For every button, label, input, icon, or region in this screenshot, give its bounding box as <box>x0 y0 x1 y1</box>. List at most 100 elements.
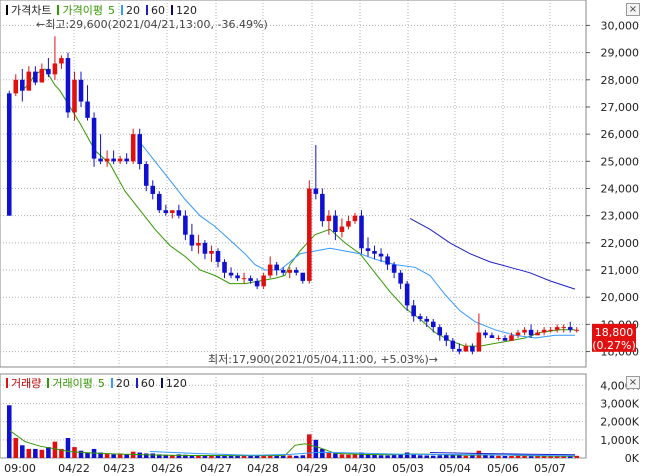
volume-bar <box>496 455 501 458</box>
volume-bar <box>509 456 514 458</box>
candle-body <box>248 278 253 281</box>
candle-body <box>196 242 201 246</box>
candle-body <box>515 332 521 336</box>
volume-bar <box>574 455 580 458</box>
candle-body <box>470 346 475 352</box>
candle-body <box>535 332 540 336</box>
candle-body <box>313 188 319 194</box>
ma-period-120[interactable]: 120 <box>176 4 197 17</box>
close-volume-panel-button[interactable]: × <box>626 376 640 389</box>
ma-period-20[interactable]: 20 <box>126 4 140 17</box>
ma-legend-label[interactable]: 가격이평 <box>62 2 102 18</box>
close-icon: × <box>628 377 638 388</box>
volume-bar <box>33 448 38 458</box>
candle-body <box>450 340 456 349</box>
volume-bar <box>398 454 403 458</box>
time-tick-label: 04/26 <box>151 462 183 475</box>
volume-bar <box>463 455 469 458</box>
volume-bar <box>535 456 540 458</box>
vma60-swatch <box>135 378 138 388</box>
stock-chart: 30,000 29,000 28,000 27,000 26,000 25,000 24,0… <box>0 0 640 475</box>
candle-body <box>202 242 208 254</box>
candle-body <box>574 329 580 331</box>
candle-body <box>287 270 293 273</box>
volume-bar <box>489 455 495 458</box>
time-tick-label: 04/27 <box>200 462 232 475</box>
candle-body <box>509 335 514 341</box>
vma-period-5[interactable]: 5 <box>98 377 105 390</box>
time-tick-label: 05/03 <box>392 462 424 475</box>
candle-body <box>522 329 527 333</box>
vma-period-20[interactable]: 20 <box>116 377 130 390</box>
candle-body <box>496 337 501 339</box>
volume-bar <box>280 455 286 458</box>
candle-body <box>365 248 371 252</box>
price-tick-label: 21,000 <box>601 264 640 277</box>
volume-bar <box>313 439 319 458</box>
price-tick-label: 28,000 <box>601 74 640 87</box>
price-tick-label: 27,000 <box>601 101 640 114</box>
volume-bar <box>326 452 332 458</box>
time-tick-label: 05/07 <box>534 462 566 475</box>
candle-body <box>72 79 77 113</box>
vma-period-120[interactable]: 120 <box>166 377 187 390</box>
price-legend-title[interactable]: 가격차트 <box>11 2 51 18</box>
candle-body <box>33 71 38 83</box>
candle-body <box>548 329 553 331</box>
candle-body <box>391 264 397 273</box>
high-price-annotation: ←최고:29,600(2021/04/21,13:00, -36.49%) <box>36 18 268 31</box>
volume-tick-label: 2,000K <box>600 416 639 429</box>
ma-period-5[interactable]: 5 <box>108 4 115 17</box>
volume-bar <box>457 455 462 458</box>
volume-bar <box>293 455 299 458</box>
candle-body <box>372 251 377 254</box>
ma-period-60[interactable]: 60 <box>151 4 165 17</box>
price-tick-label: 24,000 <box>601 183 640 196</box>
volume-legend-swatch <box>6 378 8 388</box>
volume-bar <box>417 455 423 458</box>
candle-body <box>52 63 58 75</box>
vma-legend-swatch <box>47 378 50 388</box>
price-axis: 30,000 29,000 28,000 27,000 26,000 25,000 24,0… <box>586 19 640 359</box>
candle-body <box>13 79 19 94</box>
candle-body <box>359 215 364 249</box>
candle-body <box>241 278 247 280</box>
candle-body <box>457 348 462 352</box>
time-tick-label: 04/29 <box>296 462 328 475</box>
time-tick-label: 04/30 <box>344 462 376 475</box>
volume-bar <box>46 447 51 458</box>
candle-body <box>346 221 351 227</box>
price-tag-value: 18,800 <box>595 326 634 339</box>
volume-bar <box>13 438 19 458</box>
vma-legend-label[interactable]: 거래이평 <box>52 375 92 391</box>
low-price-annotation: 최저:17,900(2021/05/04,11:00, +5.03%)→ <box>208 353 438 366</box>
candle-body <box>385 256 390 265</box>
price-tick-label: 23,000 <box>601 210 640 223</box>
candle-body <box>176 210 182 216</box>
volume-bar <box>111 454 116 458</box>
candle-body <box>502 337 508 341</box>
vma-period-60[interactable]: 60 <box>141 377 155 390</box>
volume-bar <box>307 434 312 458</box>
time-tick-label: 04/28 <box>247 462 279 475</box>
close-icon: × <box>628 4 638 15</box>
candle-body <box>254 280 260 287</box>
candle-body <box>489 335 495 338</box>
volume-legend-title[interactable]: 거래량 <box>11 375 41 391</box>
vma20-swatch <box>110 378 113 388</box>
candle-body <box>293 270 299 273</box>
candle-body <box>411 305 416 317</box>
candle-body <box>189 234 195 246</box>
candle-body <box>78 79 84 102</box>
candle-body <box>300 272 306 281</box>
ma60-swatch <box>145 5 148 15</box>
vma120-swatch <box>160 378 163 388</box>
volume-tick-label: 1,000K <box>600 434 639 447</box>
candle-body <box>307 188 312 281</box>
candle-body <box>280 270 286 273</box>
price-tick-label: 29,000 <box>601 47 640 60</box>
close-price-panel-button[interactable]: × <box>626 3 640 16</box>
candle-body <box>437 327 443 336</box>
volume-bar <box>150 453 156 458</box>
volume-bar <box>320 448 325 458</box>
